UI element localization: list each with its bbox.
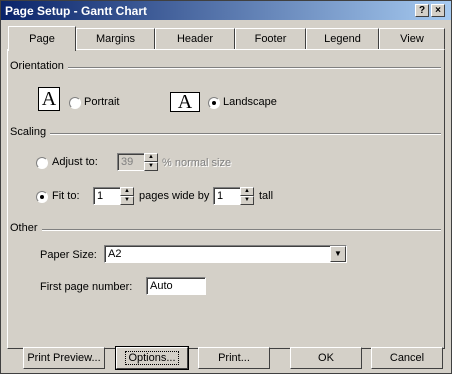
spin-down-icon[interactable]: ▼ (240, 196, 254, 205)
adjust-to-radio[interactable] (36, 157, 48, 169)
other-group-label: Other (10, 222, 42, 234)
portrait-radio[interactable] (69, 97, 81, 109)
tab-page[interactable]: Page (8, 26, 76, 51)
fit-to-radio-dot (40, 195, 44, 199)
scaling-group-label: Scaling (10, 126, 51, 138)
normal-size-label: % normal size (162, 157, 232, 169)
fit-to-label[interactable]: Fit to: (52, 190, 80, 202)
paper-size-select[interactable]: A2 (104, 245, 347, 263)
first-page-number-label: First page number: (40, 281, 133, 293)
fit-pages-tall-spinner[interactable]: ▲ ▼ (240, 187, 254, 205)
portrait-label[interactable]: Portrait (84, 96, 119, 108)
options-button-label: Options... (125, 351, 179, 365)
ok-button[interactable]: OK (290, 347, 362, 369)
page-setup-dialog: Page Setup - Gantt Chart ? × Page Margin… (0, 0, 452, 374)
spin-down-icon[interactable]: ▼ (144, 162, 158, 171)
tab-footer[interactable]: Footer (235, 28, 306, 50)
other-divider (11, 229, 441, 231)
fit-pages-tall-field[interactable]: 1 (213, 187, 241, 205)
orientation-divider (11, 67, 441, 69)
help-button[interactable]: ? (415, 4, 429, 17)
tab-header[interactable]: Header (155, 28, 235, 50)
adjust-percent-field[interactable]: 39 (117, 153, 145, 171)
spin-up-icon[interactable]: ▲ (240, 187, 254, 196)
window-title: Page Setup - Gantt Chart (5, 4, 148, 18)
fit-pages-wide-spinner[interactable]: ▲ ▼ (120, 187, 134, 205)
pages-wide-by-label: pages wide by (139, 190, 210, 202)
spin-up-icon[interactable]: ▲ (144, 153, 158, 162)
landscape-radio[interactable] (208, 97, 220, 109)
first-page-number-field[interactable]: Auto (146, 277, 206, 295)
chevron-down-icon[interactable]: ▼ (330, 246, 346, 262)
print-button[interactable]: Print... (198, 347, 270, 369)
adjust-to-label[interactable]: Adjust to: (52, 156, 98, 168)
title-bar[interactable]: Page Setup - Gantt Chart ? × (1, 1, 451, 20)
tab-view[interactable]: View (379, 28, 445, 50)
print-preview-button[interactable]: Print Preview... (23, 347, 105, 369)
landscape-label[interactable]: Landscape (223, 96, 277, 108)
tall-label: tall (259, 190, 274, 202)
cancel-button[interactable]: Cancel (371, 347, 443, 369)
tab-margins[interactable]: Margins (76, 28, 155, 50)
landscape-glyph-icon: A (170, 92, 200, 112)
portrait-glyph-icon: A (38, 87, 60, 111)
adjust-percent-spinner[interactable]: ▲ ▼ (144, 153, 158, 171)
orientation-group-label: Orientation (10, 60, 68, 72)
spin-up-icon[interactable]: ▲ (120, 187, 134, 196)
options-button[interactable]: Options... (115, 346, 189, 370)
fit-to-radio[interactable] (36, 191, 48, 203)
tab-legend[interactable]: Legend (306, 28, 379, 50)
fit-pages-wide-field[interactable]: 1 (93, 187, 121, 205)
paper-size-label: Paper Size: (40, 249, 97, 261)
close-button[interactable]: × (431, 4, 445, 17)
spin-down-icon[interactable]: ▼ (120, 196, 134, 205)
scaling-divider (11, 133, 441, 135)
landscape-radio-dot (212, 101, 216, 105)
